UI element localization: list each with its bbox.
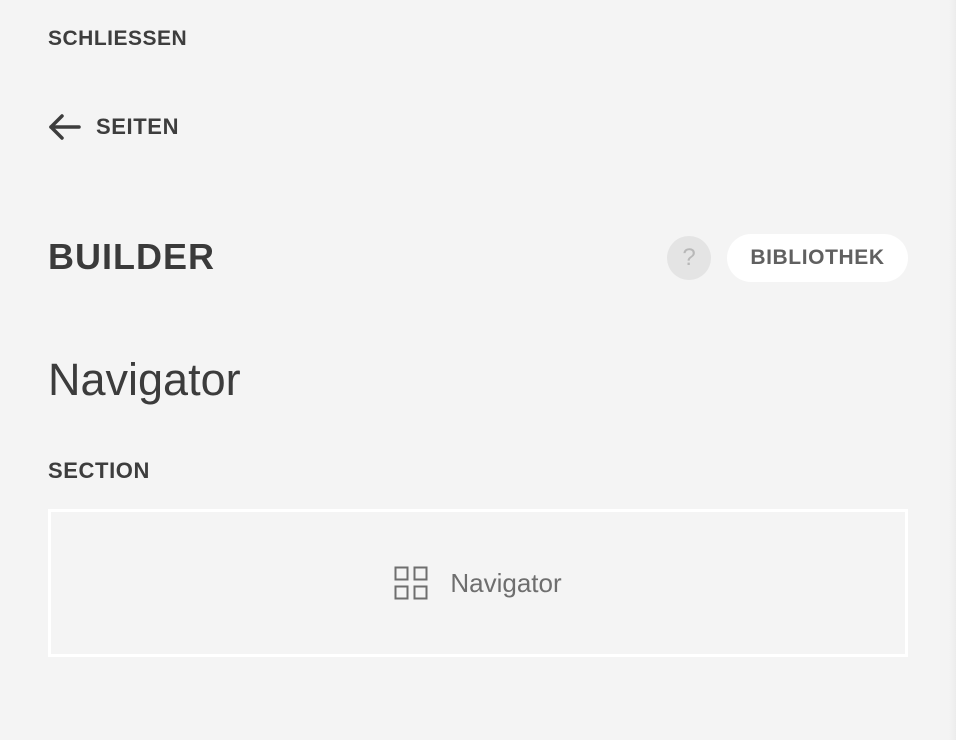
panel-title: Navigator xyxy=(48,354,241,405)
section-label: SECTION xyxy=(48,458,150,483)
help-button[interactable]: ? xyxy=(667,236,711,280)
library-button[interactable]: BIBLIOTHEK xyxy=(727,234,908,282)
back-link-label: SEITEN xyxy=(96,114,180,139)
back-to-pages-link[interactable]: SEITEN xyxy=(48,112,179,142)
builder-title: BUILDER xyxy=(48,236,215,277)
arrow-left-icon xyxy=(48,112,82,142)
navigator-widget[interactable]: Navigator xyxy=(48,509,908,657)
grid-icon xyxy=(394,566,428,600)
widget-label: Navigator xyxy=(450,567,562,598)
panel-edge xyxy=(949,0,956,740)
close-button[interactable]: SCHLIESSEN xyxy=(48,27,187,51)
